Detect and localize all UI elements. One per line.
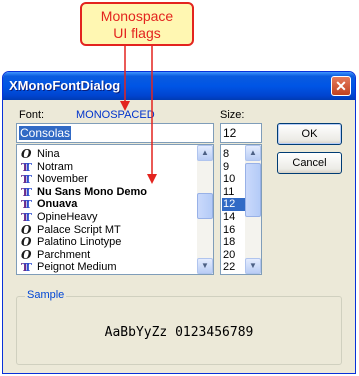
font-list-item-label: Parchment: [37, 248, 91, 261]
font-list-item[interactable]: TT Notram: [17, 161, 195, 174]
monospaced-flag: MONOSPACED: [76, 109, 155, 121]
truetype-icon: TT: [21, 160, 32, 174]
size-list-item[interactable]: 22: [222, 261, 237, 274]
font-list-item-label: Notram: [37, 160, 74, 173]
font-list-item-label: Nu Sans Mono Demo: [37, 185, 148, 198]
size-list-item[interactable]: 16: [222, 224, 237, 237]
truetype-icon: TT: [21, 211, 32, 224]
truetype-icon: TT: [21, 198, 32, 212]
callout-line-2: UI flags: [113, 25, 161, 41]
font-list-item[interactable]: O Palace Script MT: [17, 222, 195, 237]
size-list-item[interactable]: 9: [222, 161, 237, 174]
opentype-icon: O: [21, 147, 32, 161]
title-bar[interactable]: XMonoFontDialog ✕: [3, 72, 355, 100]
scroll-down-icon[interactable]: ▼: [245, 258, 261, 274]
close-button[interactable]: ✕: [331, 76, 351, 96]
sample-preview-text: AaBbYyZz 0123456789: [104, 325, 254, 340]
font-label: Font:: [19, 109, 45, 121]
sample-label: Sample: [25, 289, 67, 301]
font-list-item[interactable]: TT November: [17, 173, 195, 186]
sample-groupbox: Sample AaBbYyZz 0123456789: [16, 289, 342, 365]
size-list-item[interactable]: 12: [222, 198, 245, 212]
opentype-icon: O: [21, 222, 32, 237]
size-listbox[interactable]: 22 20 18 16 14 12 11 10 9 8 ▲ ▼: [220, 144, 262, 275]
truetype-icon: TT: [21, 185, 32, 199]
scroll-up-icon[interactable]: ▲: [245, 145, 261, 161]
font-list-item[interactable]: O Parchment: [17, 247, 195, 262]
callout-line-1: Monospace: [100, 8, 174, 24]
font-list-item-label: OpineHeavy: [37, 211, 98, 223]
size-list-item[interactable]: 18: [222, 236, 237, 249]
mono-font-dialog: XMonoFontDialog ✕ Font: MONOSPACED Size:…: [2, 71, 356, 374]
font-size-input[interactable]: 12: [220, 123, 262, 143]
truetype-icon: TT: [21, 261, 32, 275]
size-list-item[interactable]: 14: [222, 211, 237, 224]
monospace-callout: Monospace UI flags: [80, 2, 194, 46]
size-list-scrollbar[interactable]: ▲ ▼: [245, 145, 261, 274]
scroll-down-icon[interactable]: ▼: [197, 258, 213, 274]
font-list-item[interactable]: TT Onuava: [17, 198, 195, 211]
size-label: Size:: [220, 109, 245, 121]
opentype-icon: O: [21, 247, 32, 262]
cancel-button[interactable]: Cancel: [277, 152, 342, 174]
size-list-item[interactable]: 11: [222, 186, 237, 199]
scroll-up-icon[interactable]: ▲: [197, 145, 213, 161]
font-list-item-label: Peignot Medium: [37, 261, 117, 274]
close-icon: ✕: [335, 78, 347, 94]
font-size-value: 12: [223, 126, 237, 140]
font-list-scroll-thumb[interactable]: [197, 193, 213, 219]
size-list-item[interactable]: 8: [222, 148, 237, 161]
font-list-item-label: Onuava: [37, 198, 78, 211]
opentype-icon: O: [21, 235, 32, 250]
size-list-scroll-thumb[interactable]: [245, 163, 261, 217]
font-list-item-label: Palatino Linotype: [37, 236, 122, 249]
font-listbox[interactable]: TT Peignot Medium O Parchment O Palatino Lino…: [16, 144, 214, 275]
ok-button[interactable]: OK: [277, 123, 342, 145]
font-list-item[interactable]: O Nina: [17, 148, 195, 161]
window-title: XMonoFontDialog: [9, 78, 121, 93]
truetype-icon: TT: [21, 173, 32, 187]
font-list-item[interactable]: TT OpineHeavy: [17, 211, 195, 224]
font-list-item-label: Nina: [37, 148, 60, 160]
font-list-scrollbar[interactable]: ▲ ▼: [197, 145, 213, 274]
font-name-input[interactable]: Consolas: [16, 123, 214, 143]
font-list-item[interactable]: O Palatino Linotype: [17, 236, 195, 249]
font-name-value: Consolas: [19, 126, 72, 140]
font-list-item-label: Palace Script MT: [37, 223, 121, 236]
font-list-item[interactable]: TT Peignot Medium: [17, 261, 195, 274]
font-list-item[interactable]: TT Nu Sans Mono Demo: [17, 186, 195, 199]
size-list-item[interactable]: 20: [222, 249, 237, 262]
font-list-item-label: November: [37, 173, 88, 186]
size-list-item[interactable]: 10: [222, 173, 237, 186]
